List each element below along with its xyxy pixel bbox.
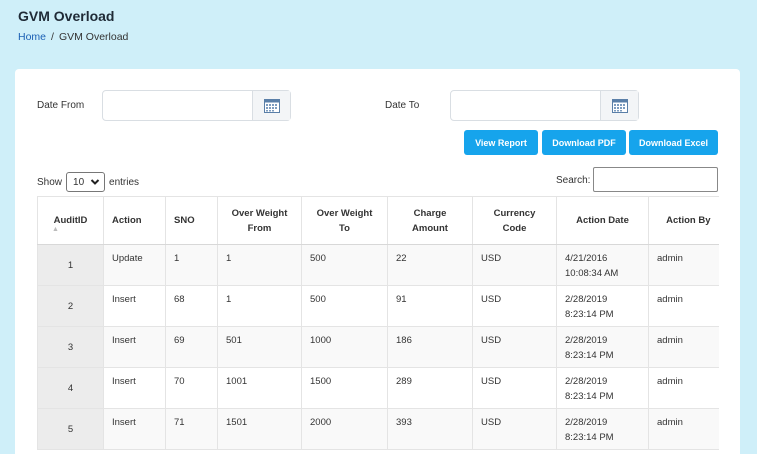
cell-auditid: 5 [37,408,104,450]
cell-action-date: 2/28/2019 8:23:14 PM [556,367,649,409]
cell-auditid: 4 [37,367,104,409]
cell-action-by: admin [648,244,719,286]
column-header-action-by[interactable]: Action By [648,196,719,245]
breadcrumb-current: GVM Overload [58,31,129,43]
date-from-input[interactable] [102,90,291,121]
view-report-button[interactable]: View Report [464,130,538,155]
table-row: 4 Insert 70 1001 1500 289 USD 2/28/2019 … [37,367,719,409]
date-to-input[interactable] [450,90,639,121]
cell-charge-amount: 393 [387,408,473,450]
chevron-down-icon [90,179,100,185]
table-row: 5 Insert 71 1501 2000 393 USD 2/28/2019 … [37,408,719,450]
cell-over-weight-from: 1501 [217,408,302,450]
table-header-row: AuditID ▲ Action SNO Over Weight From Ove… [37,196,719,245]
breadcrumb-home-link[interactable]: Home [18,31,46,43]
cell-auditid: 2 [37,285,104,327]
table-row: 2 Insert 68 1 500 91 USD 2/28/2019 8:23:… [37,285,719,327]
cell-currency-code: USD [472,326,557,368]
cell-action: Insert [103,408,166,450]
cell-auditid: 3 [37,326,104,368]
audit-table: AuditID ▲ Action SNO Over Weight From Ove… [37,196,719,450]
column-header-currency-code[interactable]: Currency Code [472,196,557,245]
column-header-auditid[interactable]: AuditID ▲ [37,196,104,245]
cell-over-weight-from: 1 [217,244,302,286]
cell-sno: 71 [165,408,218,450]
column-header-action-date[interactable]: Action Date [556,196,649,245]
column-header-sno[interactable]: SNO [165,196,218,245]
date-to-label: Date To [385,100,420,111]
cell-auditid: 1 [37,244,104,286]
cell-charge-amount: 22 [387,244,473,286]
cell-currency-code: USD [472,367,557,409]
download-excel-button[interactable]: Download Excel [629,130,718,155]
cell-charge-amount: 186 [387,326,473,368]
column-header-over-weight-from[interactable]: Over Weight From [217,196,302,245]
cell-action: Update [103,244,166,286]
entries-label: entries [109,176,140,188]
cell-sno: 70 [165,367,218,409]
table-row: 3 Insert 69 501 1000 186 USD 2/28/2019 8… [37,326,719,368]
cell-action: Insert [103,326,166,368]
cell-action-date: 2/28/2019 8:23:14 PM [556,326,649,368]
cell-over-weight-to: 500 [301,285,388,327]
calendar-icon [611,98,628,113]
cell-action-by: admin [648,408,719,450]
column-header-action[interactable]: Action [103,196,166,245]
cell-over-weight-from: 501 [217,326,302,368]
date-from-calendar-button[interactable] [252,91,290,120]
cell-charge-amount: 289 [387,367,473,409]
cell-over-weight-to: 1000 [301,326,388,368]
cell-currency-code: USD [472,244,557,286]
cell-action: Insert [103,367,166,409]
cell-over-weight-to: 500 [301,244,388,286]
cell-sno: 69 [165,326,218,368]
cell-sno: 68 [165,285,218,327]
search-label: Search: [556,175,591,186]
cell-action-by: admin [648,285,719,327]
page-title: GVM Overload [18,8,115,24]
breadcrumb-separator: / [51,31,54,43]
calendar-icon [263,98,280,113]
cell-action: Insert [103,285,166,327]
cell-currency-code: USD [472,408,557,450]
cell-over-weight-to: 1500 [301,367,388,409]
cell-currency-code: USD [472,285,557,327]
search-input[interactable] [593,167,718,192]
report-panel: Date From Date To View Report Download P… [15,69,740,454]
cell-charge-amount: 91 [387,285,473,327]
length-menu: Show 10 entries [37,172,139,192]
show-label: Show [37,176,63,188]
column-header-over-weight-to[interactable]: Over Weight To [301,196,388,245]
download-pdf-button[interactable]: Download PDF [542,130,626,155]
cell-action-by: admin [648,367,719,409]
table-row: 1 Update 1 1 500 22 USD 4/21/2016 10:08:… [37,244,719,286]
entries-select-value: 10 [73,176,85,188]
cell-action-date: 4/21/2016 10:08:34 AM [556,244,649,286]
page-header: GVM Overload Home / GVM Overload [18,8,128,43]
entries-select[interactable]: 10 [66,172,106,192]
breadcrumb: Home / GVM Overload [18,31,128,43]
cell-action-date: 2/28/2019 8:23:14 PM [556,285,649,327]
cell-action-by: admin [648,326,719,368]
date-to-calendar-button[interactable] [600,91,638,120]
cell-action-date: 2/28/2019 8:23:14 PM [556,408,649,450]
column-header-charge-amount[interactable]: Charge Amount [387,196,473,245]
date-from-label: Date From [37,100,85,111]
cell-over-weight-from: 1 [217,285,302,327]
cell-over-weight-to: 2000 [301,408,388,450]
cell-over-weight-from: 1001 [217,367,302,409]
sort-ascending-icon: ▲ [52,226,59,233]
cell-sno: 1 [165,244,218,286]
